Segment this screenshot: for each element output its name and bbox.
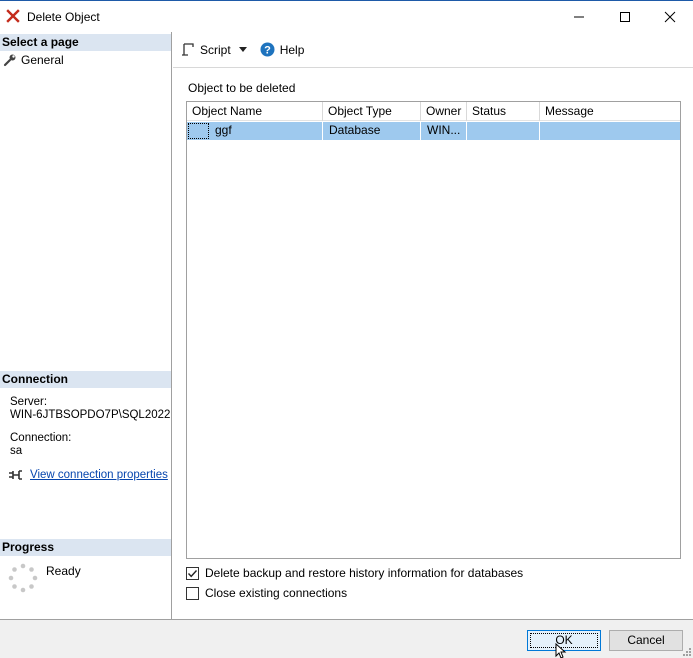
column-header-message[interactable]: Message xyxy=(540,102,680,121)
close-icon xyxy=(664,11,676,23)
view-connection-properties-row: View connection properties xyxy=(8,468,168,482)
maximize-button[interactable] xyxy=(602,1,648,33)
delete-backup-history-checkbox[interactable] xyxy=(186,566,199,580)
cell-object-type[interactable]: Database xyxy=(323,122,421,140)
script-label: Script xyxy=(200,42,231,57)
view-connection-properties-link[interactable]: View connection properties xyxy=(30,469,168,481)
script-button[interactable]: Script xyxy=(181,39,252,61)
help-icon: ? xyxy=(260,42,275,57)
select-page-header: Select a page xyxy=(0,34,171,51)
mouse-cursor-icon xyxy=(555,643,567,658)
cell-message[interactable] xyxy=(540,122,680,140)
checkmark-icon xyxy=(187,569,198,577)
svg-text:?: ? xyxy=(264,45,271,57)
resize-grip-icon[interactable] xyxy=(681,646,691,656)
help-label: Help xyxy=(279,42,305,57)
maximize-icon xyxy=(620,12,630,22)
title-bar: Delete Object xyxy=(0,0,693,32)
script-icon xyxy=(182,42,194,56)
chevron-down-icon[interactable] xyxy=(238,47,247,52)
spinner-icon xyxy=(8,563,38,593)
wrench-icon xyxy=(3,54,16,67)
connection-header: Connection xyxy=(0,371,171,388)
delete-backup-history-option[interactable]: Delete backup and restore history inform… xyxy=(186,566,523,580)
connection-value: sa xyxy=(10,445,23,457)
progress-status: Ready xyxy=(46,564,81,578)
close-connections-option[interactable]: Close existing connections xyxy=(186,586,347,600)
red-x-icon xyxy=(6,9,20,23)
cancel-label: Cancel xyxy=(627,633,665,647)
column-header-status[interactable]: Status xyxy=(467,102,540,121)
cell-owner[interactable]: WIN... xyxy=(421,122,467,140)
connection-label: Connection: xyxy=(10,432,72,444)
minimize-button[interactable] xyxy=(556,1,602,33)
server-label: Server: xyxy=(10,396,48,408)
cancel-button[interactable]: Cancel xyxy=(609,630,683,651)
column-header-object-type[interactable]: Object Type xyxy=(323,102,421,121)
objects-grid[interactable]: Object Name Object Type Owner Status Mes… xyxy=(186,101,681,559)
delete-backup-history-label: Delete backup and restore history inform… xyxy=(205,566,524,580)
grid-header: Object Name Object Type Owner Status Mes… xyxy=(187,102,680,121)
progress-header: Progress xyxy=(0,539,171,556)
sidebar-item-label: General xyxy=(21,53,64,67)
toolbar: Script ? Help xyxy=(173,32,693,68)
column-header-owner[interactable]: Owner xyxy=(421,102,467,121)
window-title: Delete Object xyxy=(27,10,100,24)
sidebar: Select a page General Connection Server:… xyxy=(0,32,172,619)
column-header-object-name[interactable]: Object Name xyxy=(187,102,323,121)
minimize-icon xyxy=(574,16,584,18)
close-connections-checkbox[interactable] xyxy=(186,586,199,600)
help-button[interactable]: ? Help xyxy=(260,39,305,61)
row-focus-indicator xyxy=(188,123,209,139)
table-row[interactable]: ggf Database WIN... xyxy=(187,122,680,140)
cell-status[interactable] xyxy=(467,122,540,140)
server-value: WIN-6JTBSOPDO7P\SQL2022 xyxy=(10,409,171,421)
plug-icon xyxy=(9,470,22,480)
objects-to-delete-label: Object to be deleted xyxy=(188,81,296,95)
sidebar-item-general[interactable]: General xyxy=(3,52,64,68)
close-button[interactable] xyxy=(647,1,693,33)
close-connections-label: Close existing connections xyxy=(205,586,348,600)
